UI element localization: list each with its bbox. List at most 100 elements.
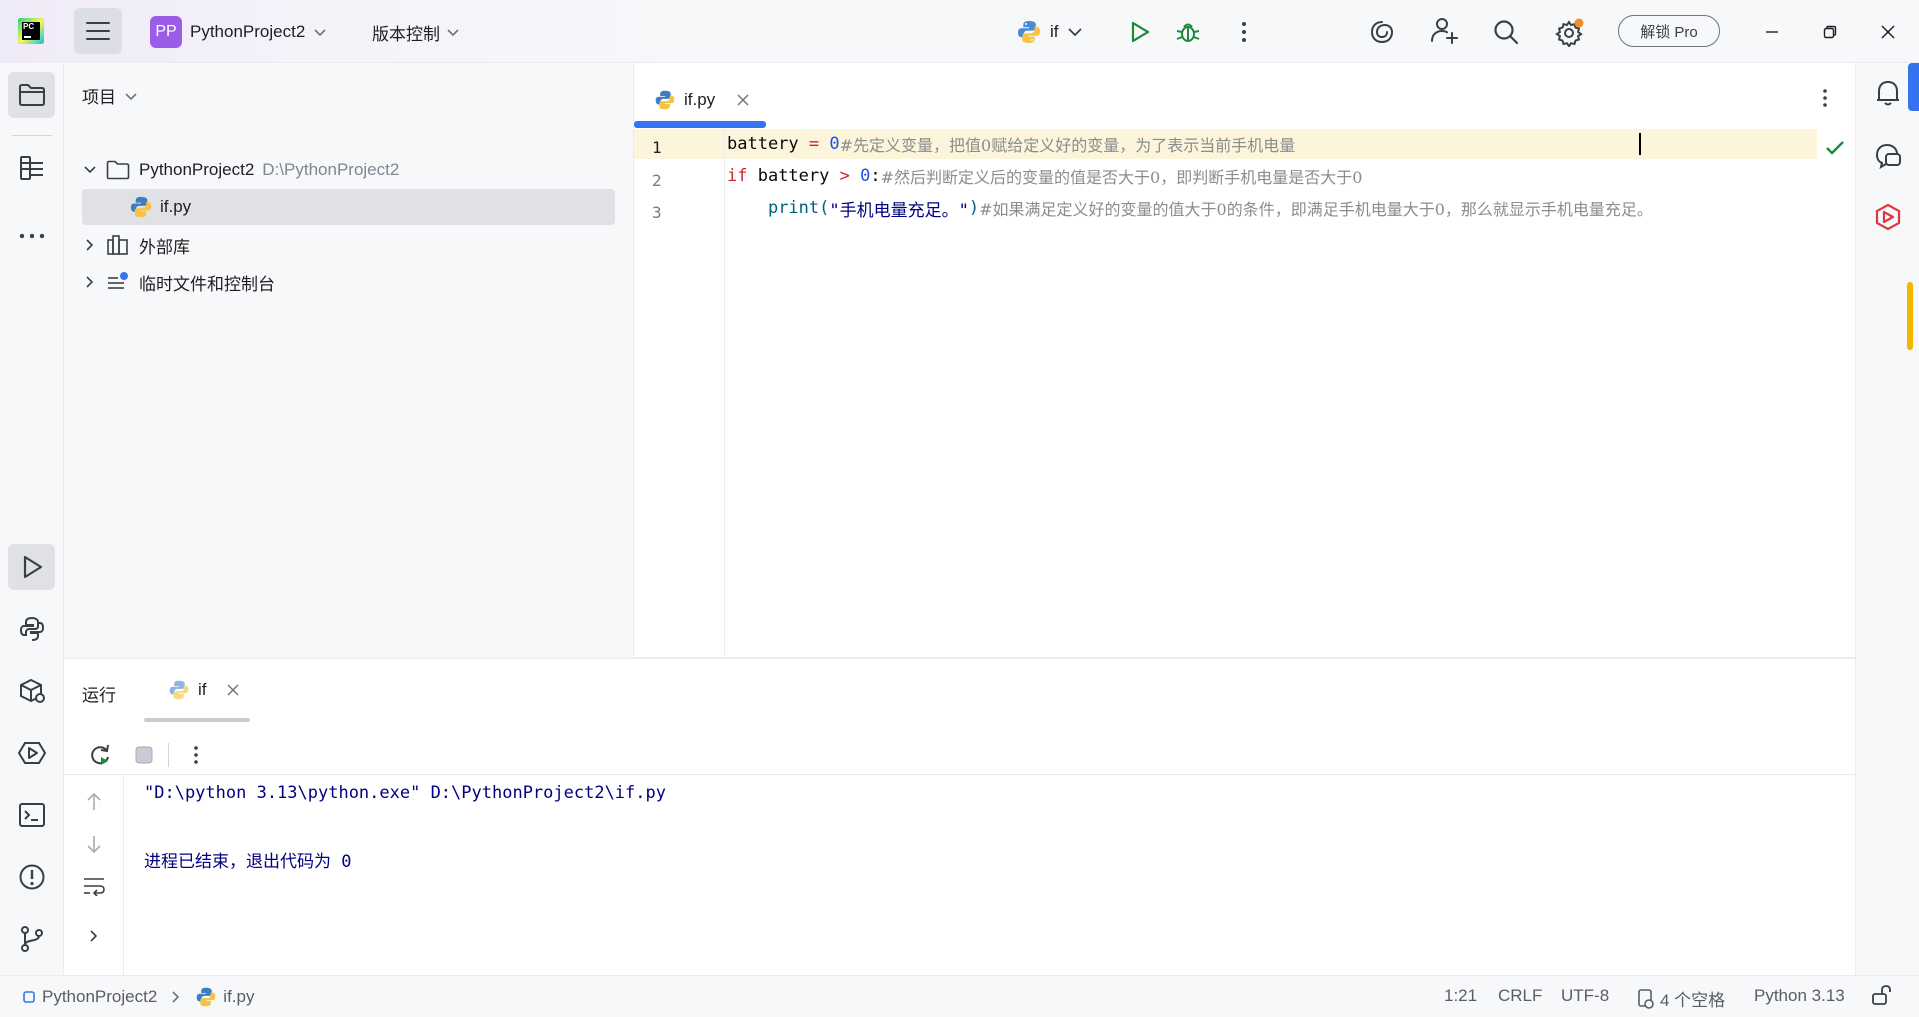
code-token: = xyxy=(798,134,830,154)
tree-item-project-root[interactable]: PythonProject2 D:\PythonProject2 xyxy=(77,152,629,188)
active-run-tab-indicator xyxy=(144,718,250,722)
scroll-down-button[interactable] xyxy=(78,828,110,860)
code-comment: #如果满足定义好的变量的值大于0的条件，即满足手机电量大于0，那么就显示手机电量… xyxy=(979,200,1653,219)
editor: if.py 1 2 3 battery = 0 #先定义变量，把值0赋给定义好的变… xyxy=(634,63,1855,658)
console-command-line[interactable]: "D:\python 3.13\python.exe" D:\PythonPro… xyxy=(144,783,666,803)
unlock-pro-button[interactable]: 解锁 Pro xyxy=(1618,15,1720,47)
line-separator[interactable]: CRLF xyxy=(1498,986,1542,1006)
chevron-down-icon[interactable] xyxy=(77,163,103,177)
editor-tab-if-py[interactable]: if.py xyxy=(634,83,749,117)
more-actions-button[interactable] xyxy=(1224,12,1264,52)
code-line-3[interactable]: print("手机电量充足。") #如果满足定义好的变量的值大于0的条件，即满足手… xyxy=(727,193,1653,223)
debug-button[interactable] xyxy=(1168,12,1208,52)
tree-item-scratches[interactable]: 临时文件和控制台 xyxy=(77,264,629,300)
caret-position[interactable]: 1:21 xyxy=(1444,986,1477,1006)
pycharm-logo-icon[interactable]: PC xyxy=(18,18,44,44)
main-menu-button[interactable] xyxy=(74,8,122,54)
left-tool-window-bar xyxy=(0,63,64,975)
scroll-up-button[interactable] xyxy=(78,786,110,818)
breadcrumb-file[interactable]: if.py xyxy=(223,987,254,1007)
python-packages-icon xyxy=(19,678,45,703)
python-console-tool-button[interactable] xyxy=(8,606,55,652)
inspection-ok-icon[interactable] xyxy=(1824,137,1846,159)
expand-toolbar-button[interactable] xyxy=(78,920,110,952)
soft-wrap-icon xyxy=(84,878,105,896)
close-tab-icon[interactable] xyxy=(737,94,749,106)
run-icon xyxy=(23,555,42,579)
console-exit-message[interactable]: 进程已结束，退出代码为 0 xyxy=(144,847,351,872)
chevron-right-icon[interactable] xyxy=(77,238,103,252)
editor-more-button[interactable] xyxy=(1810,83,1840,113)
jetbrains-ai-button[interactable] xyxy=(1866,195,1910,239)
line-number: 2 xyxy=(652,171,662,190)
git-tool-button[interactable] xyxy=(8,916,55,962)
line-number-gutter[interactable]: 1 2 3 xyxy=(634,129,725,658)
chevron-right-icon[interactable] xyxy=(77,275,103,289)
file-encoding[interactable]: UTF-8 xyxy=(1561,986,1609,1006)
notifications-icon xyxy=(1877,80,1899,106)
active-tab-indicator xyxy=(634,121,766,128)
project-view-selector[interactable]: 项目 xyxy=(82,83,138,108)
arrow-up-icon xyxy=(87,792,101,810)
ai-chat-icon xyxy=(1876,143,1901,169)
python-file-icon xyxy=(169,680,189,700)
project-switcher[interactable]: PP PythonProject2 xyxy=(150,14,327,50)
ai-chat-button[interactable] xyxy=(1866,133,1910,177)
chevron-down-icon xyxy=(314,29,326,37)
stop-button[interactable] xyxy=(128,739,160,771)
window-restore-button[interactable] xyxy=(1810,12,1850,52)
rerun-button[interactable] xyxy=(84,739,116,771)
vcs-menu[interactable]: 版本控制 xyxy=(372,14,460,50)
indent-label: 4 个空格 xyxy=(1660,991,1726,1010)
window-close-button[interactable] xyxy=(1868,12,1908,52)
run-configuration-selector[interactable]: if xyxy=(1016,12,1083,52)
ide-settings-button[interactable] xyxy=(1550,12,1590,52)
run-icon xyxy=(1131,21,1150,43)
notifications-button[interactable] xyxy=(1866,71,1910,115)
services-icon xyxy=(17,742,46,764)
unlock-icon xyxy=(1872,985,1891,1005)
terminal-tool-button[interactable] xyxy=(8,792,55,838)
tab-label: if.py xyxy=(684,90,716,109)
code-line-1[interactable]: battery = 0 #先定义变量，把值0赋给定义好的变量，为了表示当前手机电量 xyxy=(727,129,1295,159)
close-tab-icon[interactable] xyxy=(227,684,239,696)
more-tools-button[interactable] xyxy=(8,213,55,259)
bug-icon xyxy=(1176,23,1200,42)
soft-wrap-button[interactable] xyxy=(78,870,110,902)
ai-assistant-button[interactable] xyxy=(1362,12,1402,52)
spiral-icon xyxy=(1370,21,1394,44)
jetbrains-ai-icon xyxy=(1875,203,1901,231)
run-button[interactable] xyxy=(1120,12,1160,52)
code-line-2[interactable]: if battery > 0: #然后判断定义后的变量的值是否大于0，即判断手机电… xyxy=(727,161,1362,191)
code-token: 0 xyxy=(860,166,871,186)
run-panel-title: 运行 xyxy=(82,686,116,706)
indent-settings[interactable]: 4 个空格 xyxy=(1636,986,1725,1011)
breadcrumb-project[interactable]: PythonProject2 xyxy=(42,987,157,1007)
scratches-label: 临时文件和控制台 xyxy=(139,274,275,294)
search-icon xyxy=(1494,20,1519,45)
problems-tool-button[interactable] xyxy=(8,854,55,900)
minimize-icon xyxy=(1766,31,1778,33)
read-only-toggle[interactable] xyxy=(1870,984,1892,1006)
run-tab-if[interactable]: if xyxy=(168,679,239,701)
project-tool-window: 项目 PythonProject2 D:\PythonProject2 if.p… xyxy=(64,63,634,658)
run-more-button[interactable] xyxy=(180,739,212,771)
python-packages-tool-button[interactable] xyxy=(8,668,55,714)
window-minimize-button[interactable] xyxy=(1752,12,1792,52)
run-tool-button[interactable] xyxy=(8,544,55,590)
structure-tool-button[interactable] xyxy=(8,145,55,191)
file-name: if.py xyxy=(160,197,192,216)
add-user-icon xyxy=(1431,18,1458,44)
search-everywhere-button[interactable] xyxy=(1486,12,1526,52)
python-interpreter[interactable]: Python 3.13 xyxy=(1754,986,1845,1006)
tree-item-external-libraries[interactable]: 外部库 xyxy=(77,227,629,263)
code-with-me-button[interactable] xyxy=(1424,10,1464,50)
services-tool-button[interactable] xyxy=(8,730,55,776)
run-tab-label: if xyxy=(198,680,207,699)
rerun-icon xyxy=(91,744,109,765)
terminal-icon xyxy=(18,803,45,827)
tree-item-if-py[interactable]: if.py xyxy=(82,189,615,225)
project-tool-button[interactable] xyxy=(8,72,55,118)
hamburger-icon xyxy=(86,22,110,40)
